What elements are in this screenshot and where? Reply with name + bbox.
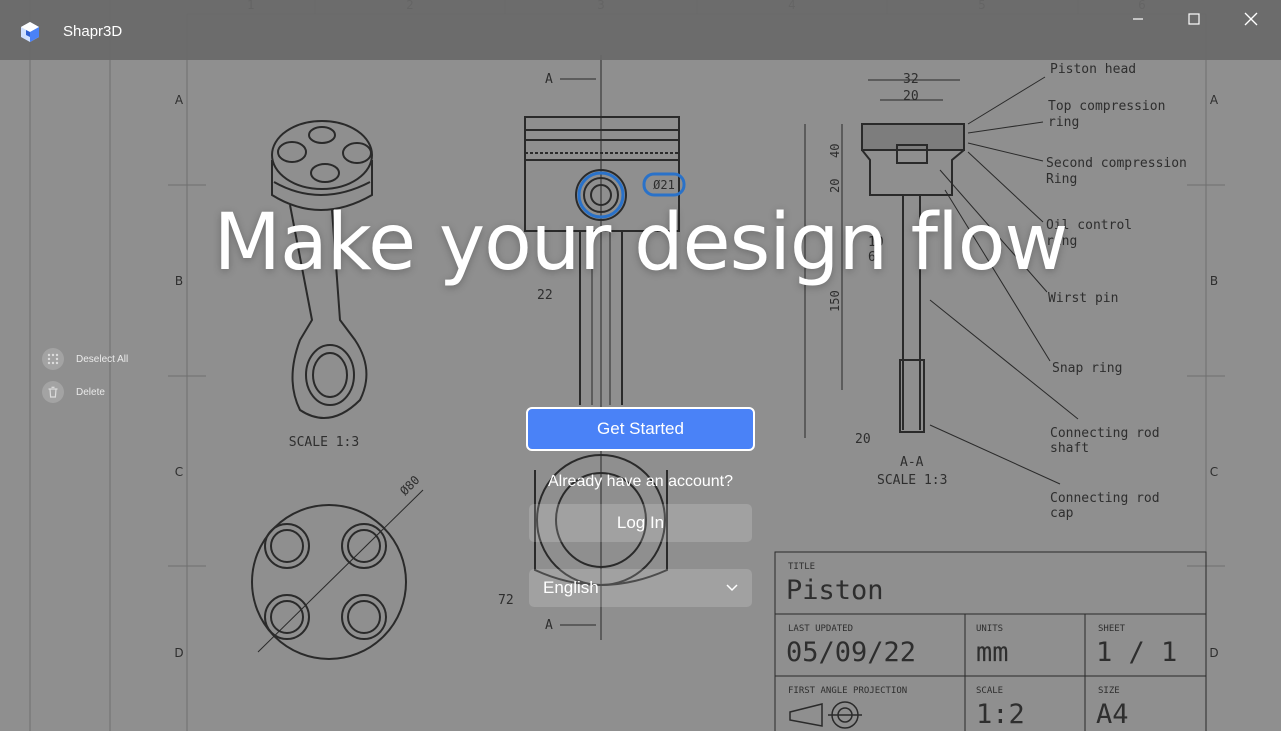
deselect-all-label: Deselect All bbox=[76, 353, 129, 365]
tb-scale-label: SCALE bbox=[976, 686, 1003, 696]
close-button[interactable] bbox=[1237, 8, 1265, 30]
callout-text: Piston head bbox=[1050, 62, 1136, 77]
window-titlebar: Shapr3D bbox=[0, 0, 1281, 60]
minimize-button[interactable] bbox=[1124, 8, 1152, 30]
dim-w72: 72 bbox=[498, 593, 514, 608]
trash-icon bbox=[42, 381, 64, 403]
deselect-all-tool[interactable]: Deselect All bbox=[42, 348, 128, 370]
dim-side-150: 150 bbox=[828, 290, 842, 312]
tb-sheet-label: SHEET bbox=[1098, 624, 1126, 634]
tb-title-label: TITLE bbox=[788, 562, 815, 572]
dim-d21: Ø21 bbox=[653, 178, 675, 192]
callout-text: Ring bbox=[1046, 172, 1077, 187]
callout-text: Snap ring bbox=[1052, 361, 1122, 376]
callout-text: Top compression bbox=[1048, 99, 1165, 114]
row-label: A bbox=[175, 93, 184, 107]
dim-top-20: 20 bbox=[903, 89, 919, 104]
dim-side-40: 40 bbox=[828, 144, 842, 158]
scale-label-left: SCALE 1:3 bbox=[289, 435, 359, 450]
delete-label: Delete bbox=[76, 386, 105, 398]
language-value: English bbox=[543, 578, 599, 597]
language-select[interactable]: English bbox=[529, 569, 752, 607]
callout-text: shaft bbox=[1050, 441, 1089, 456]
tb-sheet: 1 / 1 bbox=[1096, 637, 1177, 668]
tb-updated: 05/09/22 bbox=[786, 637, 916, 668]
section-label: A-A bbox=[900, 455, 924, 470]
callout-text: Connecting rod bbox=[1050, 426, 1160, 441]
maximize-icon bbox=[1188, 13, 1200, 25]
callout-text: cap bbox=[1050, 506, 1074, 521]
shapr3d-logo-icon bbox=[21, 22, 39, 42]
delete-tool[interactable]: Delete bbox=[42, 381, 105, 403]
row-label: D bbox=[1209, 646, 1218, 660]
tb-title: Piston bbox=[786, 575, 884, 606]
app-title: Shapr3D bbox=[63, 23, 123, 40]
tb-scale: 1:2 bbox=[976, 699, 1025, 730]
callout-text: ring bbox=[1048, 115, 1079, 130]
callout-text: Connecting rod bbox=[1050, 491, 1160, 506]
callout-text: Second compression bbox=[1046, 156, 1187, 171]
piston-technical-drawing: 1 2 3 4 5 6 A B C D A B C D SCALE 1:3 Ø8… bbox=[0, 0, 1281, 731]
section-mark-bottom: A bbox=[545, 618, 553, 633]
tb-projection-label: FIRST ANGLE PROJECTION bbox=[788, 686, 907, 696]
maximize-button[interactable] bbox=[1180, 8, 1208, 30]
dim-bottom-20: 20 bbox=[855, 432, 871, 447]
get-started-button[interactable]: Get Started bbox=[526, 407, 755, 451]
tb-size: A4 bbox=[1096, 699, 1129, 730]
hero-headline: Make your design flow bbox=[213, 198, 1069, 288]
section-mark-top: A bbox=[545, 72, 553, 87]
minimize-icon bbox=[1133, 18, 1143, 20]
dim-top-32: 32 bbox=[903, 72, 919, 87]
tb-updated-label: LAST UPDATED bbox=[788, 624, 853, 634]
log-in-button[interactable]: Log In bbox=[529, 504, 752, 542]
dim-side-20: 20 bbox=[828, 179, 842, 193]
already-have-account-text: Already have an account? bbox=[547, 473, 733, 490]
tb-size-label: SIZE bbox=[1098, 686, 1120, 696]
grid-dots-icon bbox=[42, 348, 64, 370]
close-icon bbox=[1244, 12, 1258, 26]
tb-units: mm bbox=[976, 637, 1009, 668]
chevron-down-icon bbox=[726, 584, 738, 592]
row-label: A bbox=[1210, 93, 1219, 107]
tb-units-label: UNITS bbox=[976, 624, 1003, 634]
dim-w22: 22 bbox=[537, 288, 553, 303]
row-label: D bbox=[174, 646, 183, 660]
callout-text: Wirst pin bbox=[1048, 291, 1118, 306]
